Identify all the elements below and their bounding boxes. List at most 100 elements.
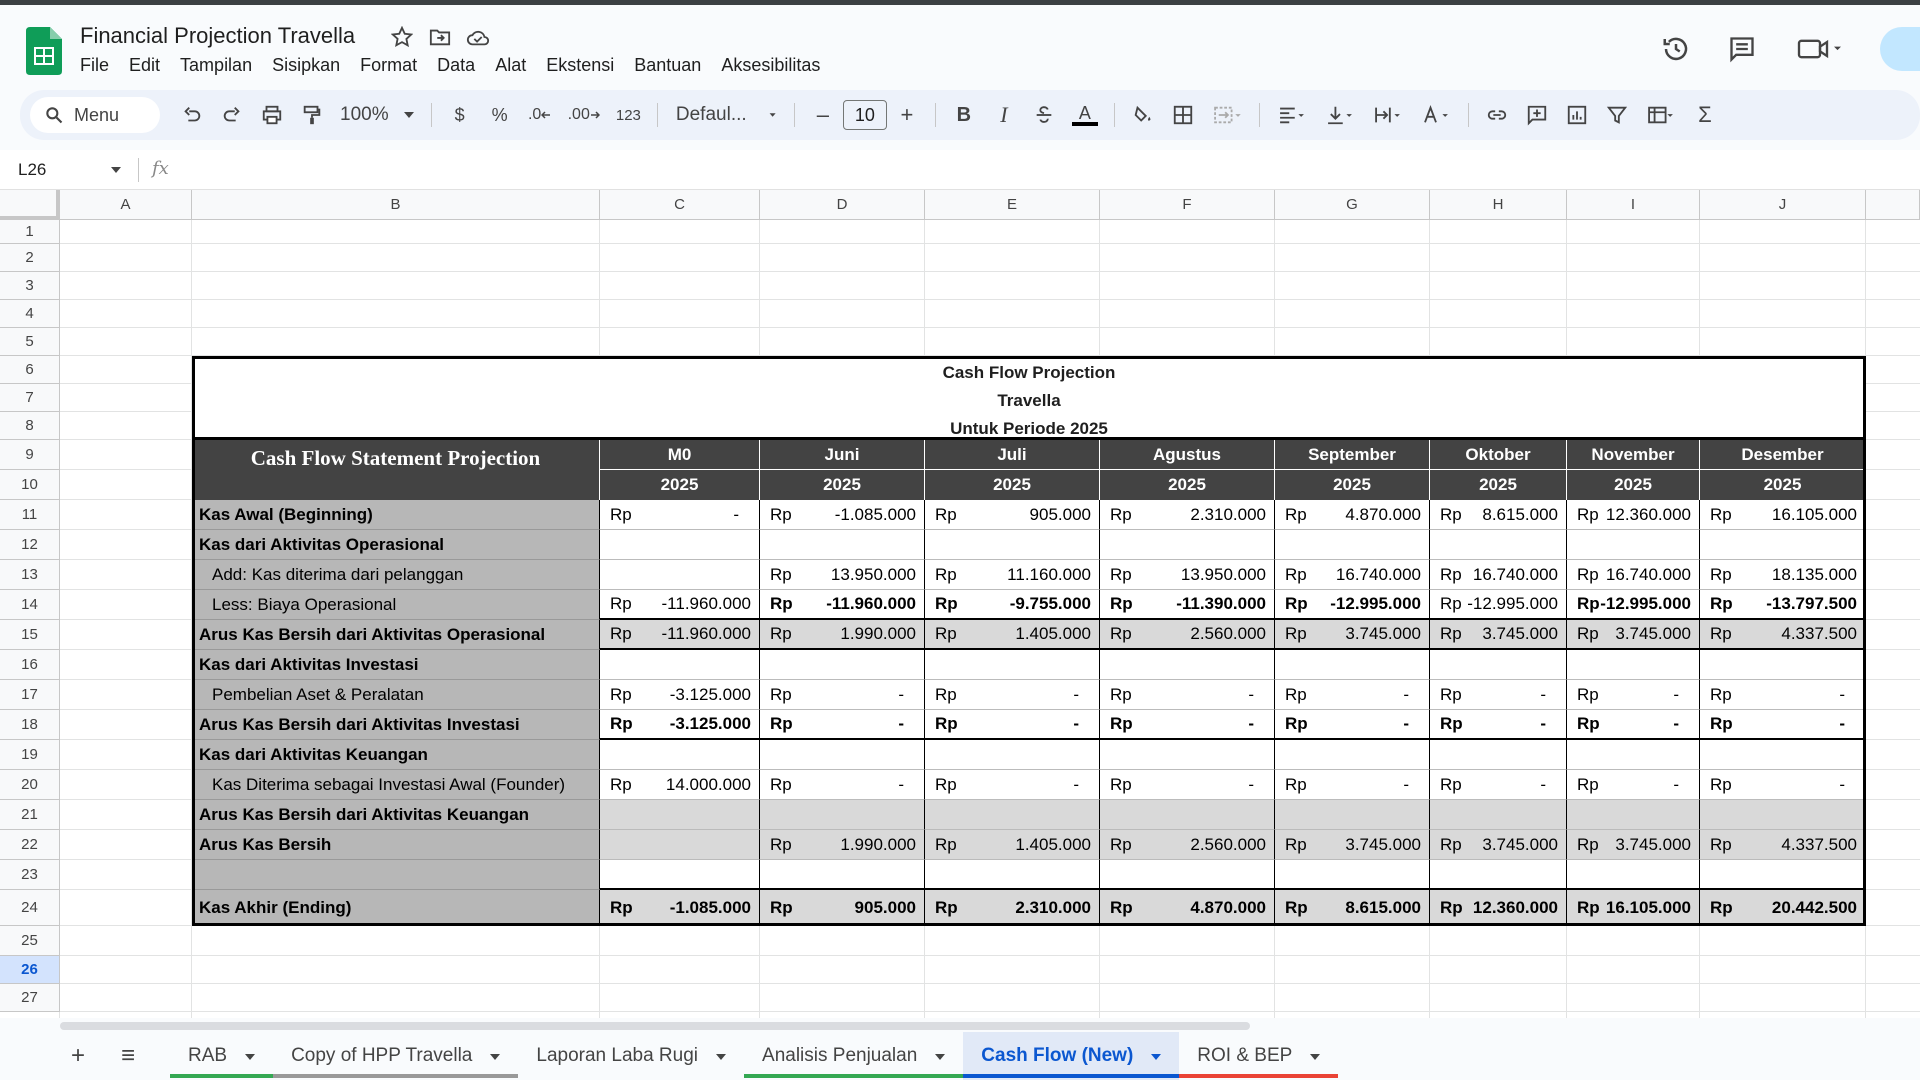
value-cell[interactable]: Rp 8.615.000 xyxy=(1430,500,1567,530)
value-cell[interactable] xyxy=(600,740,760,770)
text-wrapping-icon[interactable] xyxy=(1366,97,1410,133)
value-cell[interactable]: Rp - xyxy=(1275,680,1430,710)
value-cell[interactable]: Rp - xyxy=(1700,770,1866,800)
row-header[interactable]: 8 xyxy=(0,412,60,440)
value-cell[interactable]: Rp -11.960.000 xyxy=(600,620,760,650)
value-cell[interactable]: Rp - xyxy=(1100,770,1275,800)
value-cell[interactable]: Rp 16.105.000 xyxy=(1700,500,1866,530)
value-cell[interactable]: Rp 8.615.000 xyxy=(1275,890,1430,926)
value-cell[interactable]: Rp 16.740.000 xyxy=(1430,560,1567,590)
menu-extensions[interactable]: Ekstensi xyxy=(546,55,624,76)
bold-button[interactable]: B xyxy=(946,97,982,133)
undo-icon[interactable] xyxy=(174,97,210,133)
row-header[interactable]: 23 xyxy=(0,860,60,890)
value-cell[interactable]: Rp - xyxy=(1100,680,1275,710)
sheet-tab[interactable]: RAB xyxy=(170,1032,274,1080)
value-cell[interactable]: Rp 2.310.000 xyxy=(1100,500,1275,530)
insert-comment-icon[interactable] xyxy=(1519,97,1555,133)
document-title[interactable]: Financial Projection Travella xyxy=(80,23,355,49)
value-cell[interactable] xyxy=(600,800,760,830)
fill-color-icon[interactable] xyxy=(1125,97,1161,133)
value-cell[interactable] xyxy=(925,530,1100,560)
cloud-saved-icon[interactable] xyxy=(466,25,490,49)
column-header[interactable]: E xyxy=(925,190,1100,220)
row-header[interactable]: 24 xyxy=(0,890,60,926)
caret-down-icon[interactable] xyxy=(245,1049,256,1063)
value-cell[interactable]: Rp - xyxy=(1700,680,1866,710)
value-cell[interactable]: Rp - xyxy=(760,680,925,710)
row-header[interactable]: 16 xyxy=(0,650,60,680)
value-cell[interactable]: Rp 13.950.000 xyxy=(760,560,925,590)
value-cell[interactable] xyxy=(925,860,1100,890)
value-cell[interactable]: Rp 905.000 xyxy=(760,890,925,926)
value-cell[interactable] xyxy=(1700,740,1866,770)
value-cell[interactable]: Rp - xyxy=(925,680,1100,710)
column-header[interactable]: B xyxy=(192,190,600,220)
value-cell[interactable] xyxy=(925,650,1100,680)
value-cell[interactable]: Rp 14.000.000 xyxy=(600,770,760,800)
row-header[interactable]: 6 xyxy=(0,356,60,384)
row-header[interactable]: 10 xyxy=(0,470,60,500)
row-header[interactable]: 18 xyxy=(0,710,60,740)
value-cell[interactable]: Rp -11.390.000 xyxy=(1100,590,1275,620)
column-header[interactable]: J xyxy=(1700,190,1866,220)
value-cell[interactable]: Rp 3.745.000 xyxy=(1275,830,1430,860)
value-cell[interactable]: Rp 12.360.000 xyxy=(1567,500,1700,530)
value-cell[interactable]: Rp 16.105.000 xyxy=(1567,890,1700,926)
insert-chart-icon[interactable] xyxy=(1559,97,1595,133)
value-cell[interactable]: Rp 1.990.000 xyxy=(760,830,925,860)
value-cell[interactable]: Rp 3.745.000 xyxy=(1567,620,1700,650)
filter-views-icon[interactable] xyxy=(1639,97,1683,133)
value-cell[interactable] xyxy=(1275,650,1430,680)
paint-format-icon[interactable] xyxy=(294,97,330,133)
value-cell[interactable]: Rp 3.745.000 xyxy=(1430,830,1567,860)
value-cell[interactable] xyxy=(1430,530,1567,560)
value-cell[interactable]: Rp 2.560.000 xyxy=(1100,830,1275,860)
percent-format-button[interactable]: % xyxy=(482,97,518,133)
row-header[interactable]: 5 xyxy=(0,328,60,356)
value-cell[interactable] xyxy=(1700,860,1866,890)
sheet-tab[interactable]: Cash Flow (New) xyxy=(963,1032,1180,1080)
value-cell[interactable]: Rp -9.755.000 xyxy=(925,590,1100,620)
row-header[interactable]: 17 xyxy=(0,680,60,710)
value-cell[interactable] xyxy=(760,650,925,680)
value-cell[interactable]: Rp 3.745.000 xyxy=(1567,830,1700,860)
zoom-select[interactable]: 100% xyxy=(332,104,423,126)
value-cell[interactable]: Rp - xyxy=(760,770,925,800)
caret-down-icon[interactable] xyxy=(1151,1049,1162,1063)
row-header[interactable]: 2 xyxy=(0,244,60,272)
value-cell[interactable]: Rp -12.995.000 xyxy=(1275,590,1430,620)
value-cell[interactable]: Rp -3.125.000 xyxy=(600,710,760,740)
column-header[interactable]: D xyxy=(760,190,925,220)
functions-button[interactable]: Σ xyxy=(1687,97,1723,133)
value-cell[interactable]: Rp -11.960.000 xyxy=(760,590,925,620)
value-cell[interactable] xyxy=(1275,740,1430,770)
row-header[interactable]: 27 xyxy=(0,984,60,1012)
value-cell[interactable]: Rp - xyxy=(1430,770,1567,800)
decrease-font-size-button[interactable]: – xyxy=(805,97,841,133)
text-color-button[interactable]: A xyxy=(1066,97,1104,133)
row-header[interactable]: 26 xyxy=(0,956,60,984)
insert-link-icon[interactable] xyxy=(1479,97,1515,133)
meet-video-icon[interactable] xyxy=(1790,31,1850,67)
horizontal-align-icon[interactable] xyxy=(1270,97,1314,133)
sheet-tab[interactable]: ROI & BEP xyxy=(1179,1032,1339,1080)
value-cell[interactable]: Rp 16.740.000 xyxy=(1275,560,1430,590)
value-cell[interactable]: Rp - xyxy=(600,500,760,530)
font-select[interactable]: Defaul... xyxy=(666,104,786,126)
value-cell[interactable] xyxy=(1275,800,1430,830)
value-cell[interactable]: Rp -3.125.000 xyxy=(600,680,760,710)
value-cell[interactable] xyxy=(925,800,1100,830)
name-box[interactable]: L26 xyxy=(18,160,118,180)
value-cell[interactable]: Rp 3.745.000 xyxy=(1430,620,1567,650)
value-cell[interactable]: Rp - xyxy=(925,770,1100,800)
row-header[interactable]: 15 xyxy=(0,620,60,650)
filter-icon[interactable] xyxy=(1599,97,1635,133)
text-rotation-icon[interactable] xyxy=(1414,97,1458,133)
value-cell[interactable] xyxy=(760,740,925,770)
horizontal-scrollbar[interactable] xyxy=(60,1022,1250,1030)
value-cell[interactable] xyxy=(1430,650,1567,680)
value-cell[interactable]: Rp - xyxy=(1100,710,1275,740)
value-cell[interactable]: Rp 2.560.000 xyxy=(1100,620,1275,650)
value-cell[interactable] xyxy=(600,650,760,680)
